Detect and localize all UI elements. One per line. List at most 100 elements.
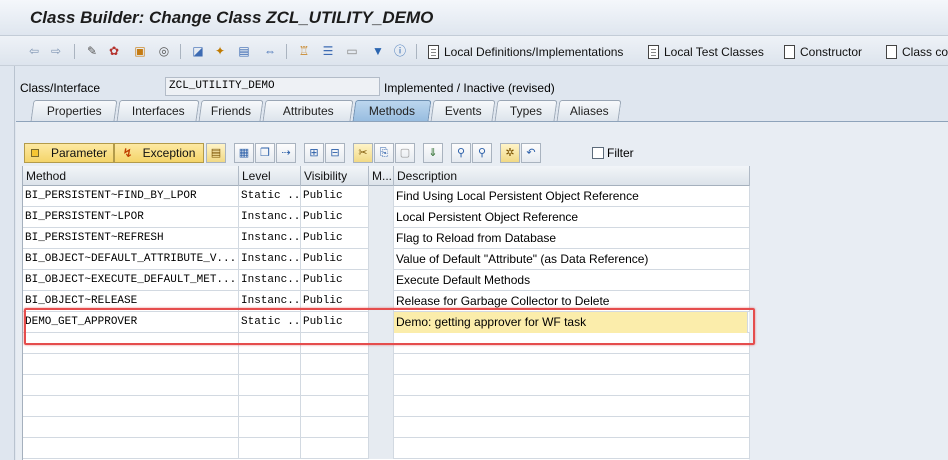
find-next-icon[interactable]: ⚲ [472, 143, 492, 163]
cell-level[interactable]: Instanc... [239, 228, 301, 249]
cell-description[interactable] [394, 333, 750, 354]
info-icon[interactable]: ⓘ [392, 43, 408, 59]
cell-level[interactable]: Instanc... [239, 270, 301, 291]
cell-m[interactable] [369, 417, 394, 438]
navigate-icon[interactable]: ⇔ [262, 43, 278, 59]
cell-description[interactable]: Value of Default "Attribute" (as Data Re… [394, 249, 750, 270]
cell-description[interactable] [394, 375, 750, 396]
back-arrow-icon[interactable]: ⇦ [26, 43, 42, 59]
cell-level[interactable] [239, 396, 301, 417]
constructor-button[interactable]: Constructor [784, 43, 862, 60]
cell-m[interactable] [369, 396, 394, 417]
settings-icon[interactable]: ✲ [500, 143, 520, 163]
header-level[interactable]: Level [239, 166, 301, 186]
cell-visibility[interactable]: Public [301, 228, 369, 249]
cell-m[interactable] [369, 291, 394, 312]
cut-icon[interactable]: ✂ [353, 143, 373, 163]
cell-method[interactable] [23, 438, 239, 459]
copy-icon[interactable]: ⎘ [374, 143, 394, 163]
cell-description[interactable]: Execute Default Methods [394, 270, 750, 291]
cell-visibility[interactable]: Public [301, 207, 369, 228]
cell-visibility[interactable]: Public [301, 291, 369, 312]
cell-method[interactable]: BI_OBJECT~RELEASE [23, 291, 239, 312]
table-row[interactable] [23, 375, 750, 396]
cell-m[interactable] [369, 354, 394, 375]
cell-visibility[interactable]: Public [301, 249, 369, 270]
cell-m[interactable] [369, 186, 394, 207]
cell-description[interactable] [394, 354, 750, 375]
move-icon[interactable]: ⇢ [276, 143, 296, 163]
source-code-icon[interactable]: ▤ [206, 143, 226, 163]
tab-aliases[interactable]: Aliases [556, 100, 622, 121]
table-row[interactable]: BI_OBJECT~EXECUTE_DEFAULT_MET... Instanc.… [23, 270, 750, 291]
table-row[interactable] [23, 396, 750, 417]
find-icon[interactable]: ⚲ [451, 143, 471, 163]
cell-m[interactable] [369, 375, 394, 396]
cell-m[interactable] [369, 438, 394, 459]
cell-level[interactable] [239, 375, 301, 396]
table-row[interactable] [23, 333, 750, 354]
insert-row-icon[interactable]: ⊞ [304, 143, 324, 163]
paste-icon[interactable]: ▢ [395, 143, 415, 163]
cell-method[interactable]: BI_PERSISTENT~REFRESH [23, 228, 239, 249]
table-row[interactable]: BI_OBJECT~RELEASE Instanc... Public Release… [23, 291, 750, 312]
tab-methods[interactable]: Methods [352, 100, 432, 121]
cell-description[interactable]: Find Using Local Persistent Object Refer… [394, 186, 750, 207]
cell-m[interactable] [369, 312, 394, 333]
cell-visibility[interactable] [301, 375, 369, 396]
parameter-button[interactable]: Parameter [24, 143, 114, 163]
cell-level[interactable] [239, 438, 301, 459]
cell-method[interactable] [23, 375, 239, 396]
undo-icon[interactable]: ↶ [521, 143, 541, 163]
cell-level[interactable] [239, 354, 301, 375]
cell-method[interactable] [23, 333, 239, 354]
copy-row-icon[interactable]: ❐ [255, 143, 275, 163]
layout-icon[interactable]: ▭ [344, 43, 360, 59]
table-row[interactable]: BI_PERSISTENT~LPOR Instanc... Public Local … [23, 207, 750, 228]
cell-level[interactable]: Static ... [239, 186, 301, 207]
cell-description[interactable]: Release for Garbage Collector to Delete [394, 291, 750, 312]
cell-m[interactable] [369, 228, 394, 249]
cell-level[interactable] [239, 333, 301, 354]
cell-visibility[interactable]: Public [301, 186, 369, 207]
sort-icon[interactable]: ⇓ [423, 143, 443, 163]
tab-friends[interactable]: Friends [198, 100, 264, 121]
cell-visibility[interactable] [301, 417, 369, 438]
cell-visibility[interactable]: Public [301, 270, 369, 291]
table-row[interactable]: BI_OBJECT~DEFAULT_ATTRIBUTE_V... Instanc.… [23, 249, 750, 270]
object-list-icon[interactable]: ▤ [236, 43, 252, 59]
cell-visibility[interactable] [301, 396, 369, 417]
detail-view-icon[interactable]: ▦ [234, 143, 254, 163]
tab-attributes[interactable]: Attributes [262, 100, 354, 121]
cell-m[interactable] [369, 333, 394, 354]
cell-level[interactable]: Instanc... [239, 291, 301, 312]
table-row[interactable] [23, 354, 750, 375]
cell-m[interactable] [369, 207, 394, 228]
delete-row-icon[interactable]: ⊟ [325, 143, 345, 163]
cell-method[interactable]: BI_PERSISTENT~FIND_BY_LPOR [23, 186, 239, 207]
hierarchy-icon[interactable]: ♖ [296, 43, 312, 59]
local-test-classes-button[interactable]: Local Test Classes [648, 43, 764, 60]
where-used-icon[interactable]: ◪ [190, 43, 206, 59]
cell-visibility[interactable] [301, 333, 369, 354]
cell-method[interactable]: BI_OBJECT~EXECUTE_DEFAULT_MET... [23, 270, 239, 291]
table-row[interactable] [23, 438, 750, 459]
forward-arrow-icon[interactable]: ⇨ [48, 43, 64, 59]
enhance-icon[interactable]: ✦ [212, 43, 228, 59]
cell-description[interactable] [394, 396, 750, 417]
cell-m[interactable] [369, 249, 394, 270]
check-icon[interactable]: ✿ [106, 43, 122, 59]
header-method[interactable]: Method [23, 166, 239, 186]
tab-types[interactable]: Types [494, 100, 558, 121]
tab-interfaces[interactable]: Interfaces [116, 100, 200, 121]
cell-method[interactable] [23, 354, 239, 375]
local-definitions-button[interactable]: Local Definitions/Implementations [428, 43, 623, 60]
cell-description[interactable]: Demo: getting approver for WF task [394, 312, 748, 333]
cell-method[interactable]: DEMO_GET_APPROVER [23, 312, 239, 333]
table-row[interactable]: BI_PERSISTENT~REFRESH Instanc... Public Fla… [23, 228, 750, 249]
cell-method[interactable]: BI_OBJECT~DEFAULT_ATTRIBUTE_V... [23, 249, 239, 270]
display-change-icon[interactable]: ✎ [84, 43, 100, 59]
filter-icon[interactable]: ▼ [370, 43, 386, 59]
test-icon[interactable]: ◎ [156, 43, 172, 59]
cell-visibility[interactable]: Public [301, 312, 369, 333]
